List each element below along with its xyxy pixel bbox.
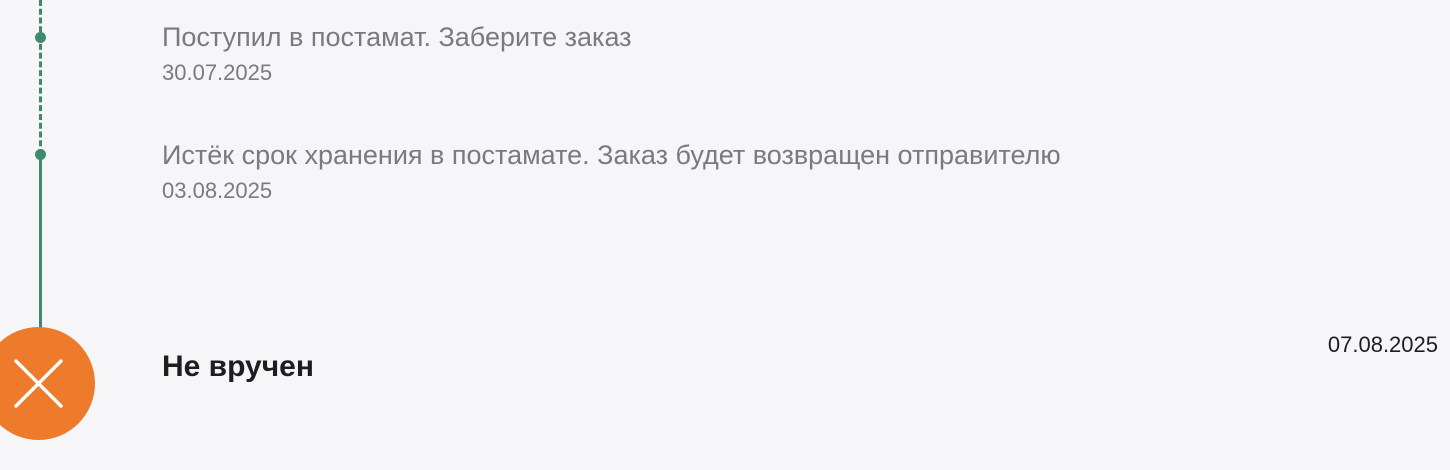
event-title: Поступил в постамат. Заберите заказ bbox=[162, 22, 632, 52]
timeline-solid-line bbox=[39, 155, 42, 330]
timeline-dashed-line bbox=[39, 0, 42, 155]
tracking-timeline: Поступил в постамат. Заберите заказ 30.0… bbox=[0, 0, 1450, 470]
final-status-date: 07.08.2025 bbox=[1327, 332, 1438, 357]
timeline-dot bbox=[35, 149, 46, 160]
timeline-event: Поступил в постамат. Заберите заказ 30.0… bbox=[162, 20, 632, 88]
event-title: Истёк срок хранения в постамате. Заказ б… bbox=[162, 140, 1061, 170]
close-icon bbox=[0, 327, 95, 440]
timeline-dot bbox=[35, 32, 46, 43]
event-date: 03.08.2025 bbox=[162, 178, 273, 203]
final-status-title: Не вручен bbox=[162, 350, 314, 383]
event-date: 30.07.2025 bbox=[162, 60, 273, 85]
timeline-event: Истёк срок хранения в постамате. Заказ б… bbox=[162, 138, 1061, 206]
